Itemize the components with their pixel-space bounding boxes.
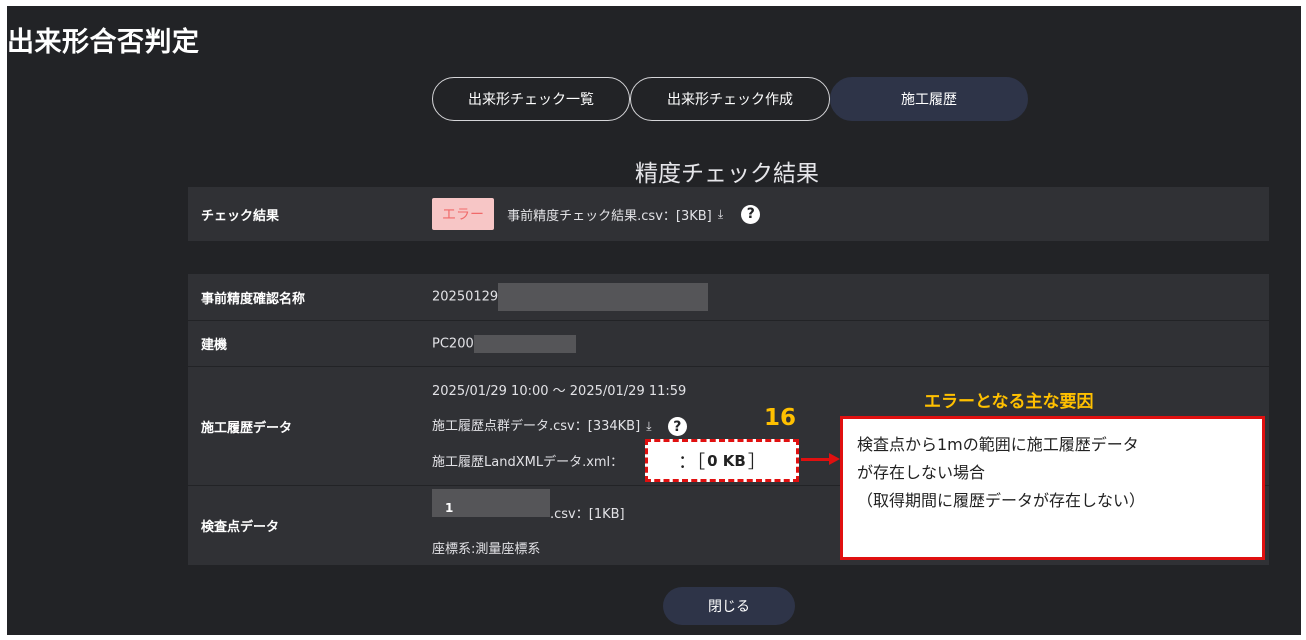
coord-system-text: 座標系:測量座標系 <box>432 542 541 557</box>
name-label: 事前精度確認名称 <box>201 291 306 307</box>
annotation-line: 検査点から1mの範囲に施工履歴データ <box>857 435 1139 454</box>
close-button[interactable]: 閉じる <box>663 587 795 625</box>
tab-check-list[interactable]: 出来形チェック一覧 <box>432 77 630 121</box>
tab-check-create[interactable]: 出来形チェック作成 <box>630 77 830 121</box>
landxml-file-text: 施工履歴LandXMLデータ.xml： <box>432 455 624 470</box>
annotation-line: （取得期間に履歴データが存在しない） <box>857 491 1146 510</box>
name-row: 事前精度確認名称 20250129 <box>188 274 1269 320</box>
machine-value: PC200 <box>432 336 474 351</box>
highlight-prefix: ：［ <box>678 451 706 473</box>
result-csv-link[interactable]: 事前精度チェック結果.csv：[3KB] <box>507 209 712 224</box>
app-screen: 出来形合否判定 出来形チェック一覧 出来形チェック作成 施工履歴 精度チェック結… <box>7 6 1301 635</box>
section-title: 精度チェック結果 <box>635 161 819 187</box>
name-value: 20250129 <box>432 289 499 305</box>
redacted-block <box>473 334 576 353</box>
error-badge: エラー <box>432 198 494 230</box>
tab-construction-history[interactable]: 施工履歴 <box>830 77 1028 121</box>
annotation-arrow-line <box>801 458 831 461</box>
help-icon[interactable]: ? <box>667 417 687 436</box>
annotation-line: が存在しない場合 <box>857 463 986 482</box>
machine-value-group: PC200 <box>432 334 576 353</box>
download-icon[interactable]: ⤓ <box>646 419 651 433</box>
check-result-value: エラー 事前精度チェック結果.csv：[3KB] ⤓ ? <box>432 198 761 230</box>
highlight-size: 0 KB <box>707 451 746 470</box>
pointcloud-file-group: 施工履歴点群データ.csv：[334KB] ⤓ ? <box>432 415 687 436</box>
annotation-title: エラーとなる主な要因 <box>924 392 1094 412</box>
help-icon[interactable]: ? <box>741 204 761 224</box>
arrow-right-icon <box>829 453 840 465</box>
machine-label: 建機 <box>201 338 228 353</box>
name-value-group: 20250129 <box>432 283 709 311</box>
machine-row: 建機 PC200 <box>188 321 1269 366</box>
checkpoint-file-suffix: .csv：[1KB] <box>550 507 625 522</box>
page-title: 出来形合否判定 <box>7 27 200 58</box>
annotation-box: 検査点から1mの範囲に施工履歴データ が存在しない場合 （取得期間に履歴データが… <box>840 416 1265 560</box>
annotation-number: 16 <box>764 405 797 431</box>
pointcloud-csv-link[interactable]: 施工履歴点群データ.csv：[334KB] <box>432 419 640 434</box>
checkpoint-label: 検査点データ <box>201 520 280 535</box>
check-result-label: チェック結果 <box>201 208 280 224</box>
checkpoint-file-group: 1 .csv：[1KB] <box>432 489 625 522</box>
redacted-block: 1 <box>432 489 550 517</box>
checkpoint-file-prefix: 1 <box>445 501 454 515</box>
history-label: 施工履歴データ <box>201 420 293 436</box>
annotation-highlight-box: ：［ 0 KB ］ <box>645 439 799 482</box>
redacted-block <box>498 283 709 311</box>
history-period: 2025/01/29 10:00 ～ 2025/01/29 11:59 <box>432 384 687 399</box>
highlight-suffix: ］ <box>747 451 766 473</box>
download-icon[interactable]: ⤓ <box>718 207 723 221</box>
check-result-row: チェック結果 エラー 事前精度チェック結果.csv：[3KB] ⤓ ? <box>188 187 1269 241</box>
